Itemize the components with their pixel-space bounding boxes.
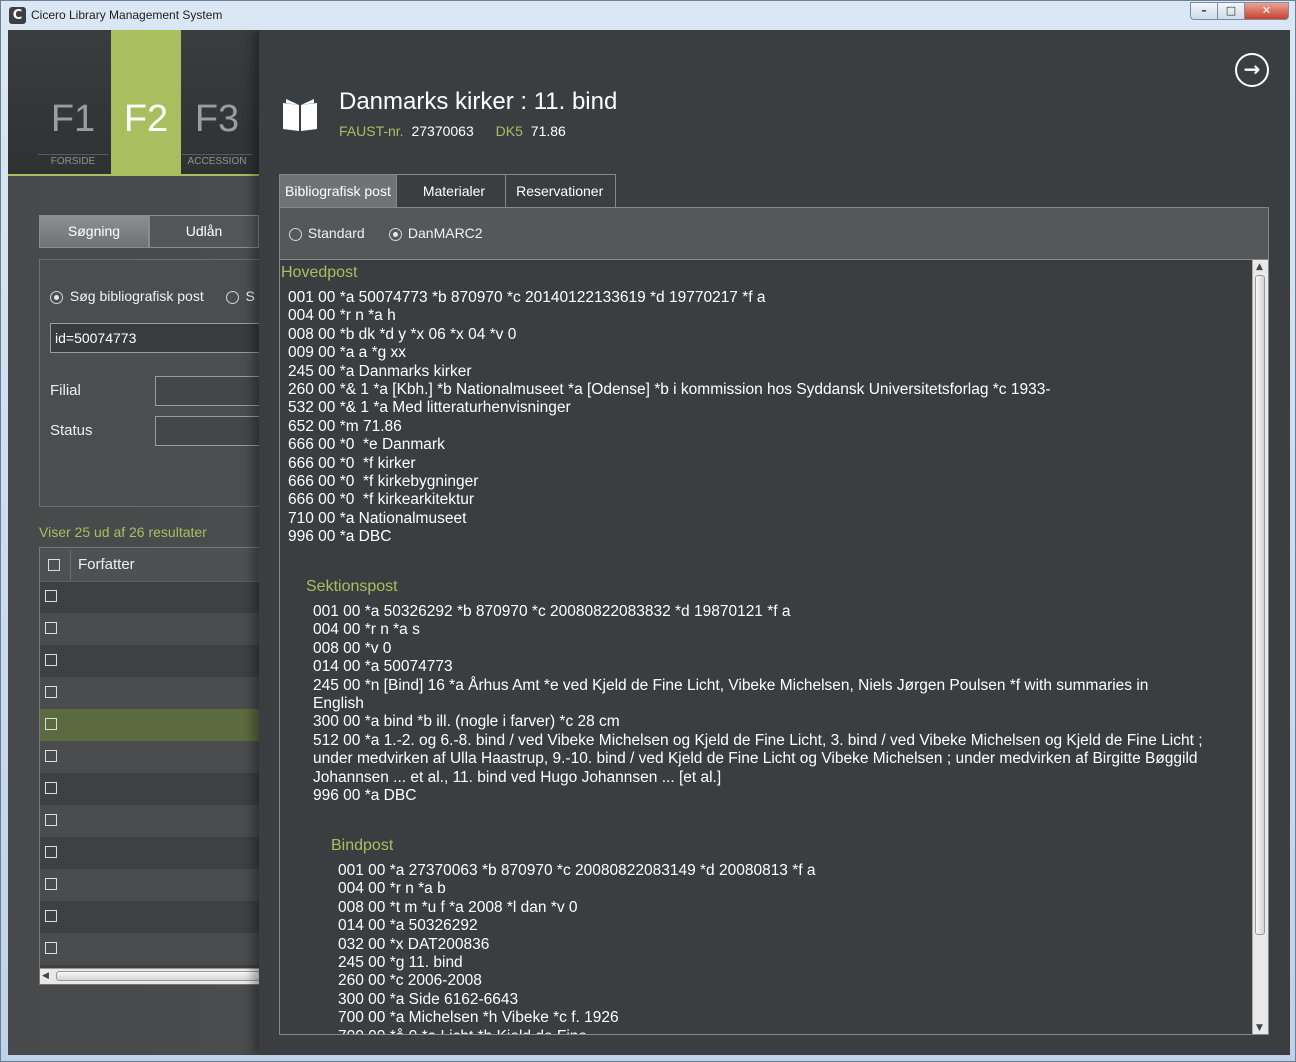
filial-label: Filial (50, 382, 81, 399)
table-row[interactable] (40, 709, 260, 741)
row-checkbox[interactable] (45, 622, 57, 634)
row-checkbox[interactable] (45, 590, 57, 602)
table-row[interactable] (40, 677, 260, 709)
option-danmarc2[interactable]: DanMARC2 (389, 225, 483, 241)
row-checkbox[interactable] (45, 846, 57, 858)
radio-bibliographic-label: Søg bibliografisk post (69, 288, 204, 304)
sektionspost-record: 001 00 *a 50326292 *b 870970 *c 20080822… (313, 603, 1203, 805)
row-checkbox[interactable] (45, 750, 57, 762)
row-checkbox[interactable] (45, 942, 57, 954)
faust-value: 27370063 (411, 123, 474, 139)
results-grid: Forfatter ◀ (39, 547, 260, 985)
radio-danmarc2-label: DanMARC2 (407, 225, 483, 241)
table-row[interactable] (40, 901, 260, 933)
radio-standard[interactable] (289, 227, 302, 241)
row-checkbox[interactable] (45, 654, 57, 666)
accent-line (8, 174, 259, 176)
sektionspost-title: Sektionspost (306, 578, 398, 595)
radio-standard-label: Standard (307, 225, 365, 241)
table-row[interactable] (40, 837, 260, 869)
option-standard[interactable]: Standard (289, 225, 365, 241)
column-separator (70, 550, 71, 580)
book-icon (283, 99, 317, 131)
fkey-f2-key: F2 (123, 98, 169, 140)
exit-icon[interactable]: → (1235, 53, 1269, 87)
app-icon: C (9, 7, 26, 24)
fkey-f1-label: FORSIDE (38, 154, 108, 167)
faust-label: FAUST-nr. (339, 123, 404, 139)
fkey-f3-label: ACCESSION (182, 154, 252, 167)
table-row[interactable] (40, 613, 260, 645)
client-area: F1 FORSIDE F2 F3 ACCESSION Søgning Udlån (8, 30, 1290, 1055)
vertical-scrollbar[interactable]: ▲ ▼ (1252, 260, 1268, 1034)
hovedpost-record: 001 00 *a 50074773 *b 870970 *c 20140122… (288, 289, 1051, 546)
horizontal-scrollbar[interactable]: ◀ (40, 968, 260, 984)
results-count: Viser 25 ud af 26 resultater (39, 524, 207, 540)
dk5-label: DK5 (495, 123, 523, 139)
tab-materialer[interactable]: Materialer (396, 174, 507, 208)
table-row[interactable] (40, 581, 260, 613)
app-window: C Cicero Library Management System – □ ✕… (0, 0, 1296, 1062)
column-forfatter[interactable]: Forfatter (78, 556, 135, 573)
row-checkbox[interactable] (45, 814, 57, 826)
record-meta: FAUST-nr. 27370063 DK5 71.86 (339, 123, 566, 139)
status-label: Status (50, 422, 93, 439)
title-bar[interactable]: C Cicero Library Management System – □ ✕ (1, 1, 1295, 30)
search-panel: Søg bibliografisk post S id=50074773 Fil… (39, 259, 265, 507)
scroll-left-icon[interactable]: ◀ (42, 971, 49, 981)
record-tabs: Bibliografisk post Materialer Reservatio… (279, 174, 617, 208)
fkey-f2[interactable]: F2 (111, 30, 181, 174)
radio-other-label: S (245, 288, 255, 304)
radio-danmarc2[interactable] (389, 227, 402, 241)
status-field[interactable] (155, 416, 265, 446)
tab-soegning[interactable]: Søgning (39, 215, 149, 248)
table-row[interactable] (40, 933, 260, 965)
record-panel: → Danmarks kirker : 11. bind FAUST-nr. 2… (259, 30, 1290, 1055)
table-row[interactable] (40, 869, 260, 901)
hovedpost-title: Hovedpost (281, 264, 358, 281)
scroll-up-icon[interactable]: ▲ (1256, 262, 1263, 272)
row-checkbox[interactable] (45, 910, 57, 922)
fkey-f1[interactable]: F1 FORSIDE (38, 30, 108, 174)
scroll-down-icon[interactable]: ▼ (1256, 1023, 1263, 1033)
record-title: Danmarks kirker : 11. bind (339, 88, 618, 115)
table-row[interactable] (40, 773, 260, 805)
table-row[interactable] (40, 805, 260, 837)
tab-bibliografisk-post[interactable]: Bibliografisk post (279, 174, 397, 208)
row-checkbox[interactable] (45, 718, 57, 730)
dk5-value: 71.86 (530, 123, 566, 139)
tab-reservationer[interactable]: Reservationer (506, 174, 617, 208)
maximize-button[interactable]: □ (1217, 2, 1244, 20)
scroll-thumb[interactable] (56, 971, 260, 981)
table-row[interactable] (40, 645, 260, 677)
radio-bibliographic[interactable] (50, 290, 63, 304)
tab-udlaan[interactable]: Udlån (149, 215, 259, 248)
search-input[interactable]: id=50074773 (50, 323, 262, 353)
left-tabs: Søgning Udlån (39, 215, 259, 248)
fkey-bar: F1 FORSIDE F2 F3 ACCESSION (8, 30, 259, 174)
fkey-f1-key: F1 (50, 98, 96, 140)
radio-other[interactable] (225, 290, 239, 304)
fkey-f3-key: F3 (194, 98, 240, 140)
grid-header: Forfatter (40, 548, 260, 582)
marc-content[interactable]: Hovedpost 001 00 *a 50074773 *b 870970 *… (279, 260, 1269, 1035)
row-checkbox[interactable] (45, 782, 57, 794)
row-checkbox[interactable] (45, 878, 57, 890)
row-checkbox[interactable] (45, 686, 57, 698)
table-row[interactable] (40, 741, 260, 773)
filial-field[interactable] (155, 376, 265, 406)
close-button[interactable]: ✕ (1244, 2, 1289, 20)
bindpost-record: 001 00 *a 27370063 *b 870970 *c 20080822… (338, 862, 816, 1034)
view-options: Standard DanMARC2 (279, 207, 1269, 260)
vertical-scroll-thumb[interactable] (1255, 275, 1265, 935)
fkey-f3[interactable]: F3 ACCESSION (182, 30, 252, 174)
bindpost-title: Bindpost (331, 837, 394, 854)
minimize-button[interactable]: – (1190, 2, 1217, 20)
window-title: Cicero Library Management System (31, 8, 223, 22)
search-mode: Søg bibliografisk post S (50, 288, 255, 304)
select-all-checkbox[interactable] (48, 559, 60, 571)
left-panel: F1 FORSIDE F2 F3 ACCESSION Søgning Udlån (8, 30, 265, 1055)
